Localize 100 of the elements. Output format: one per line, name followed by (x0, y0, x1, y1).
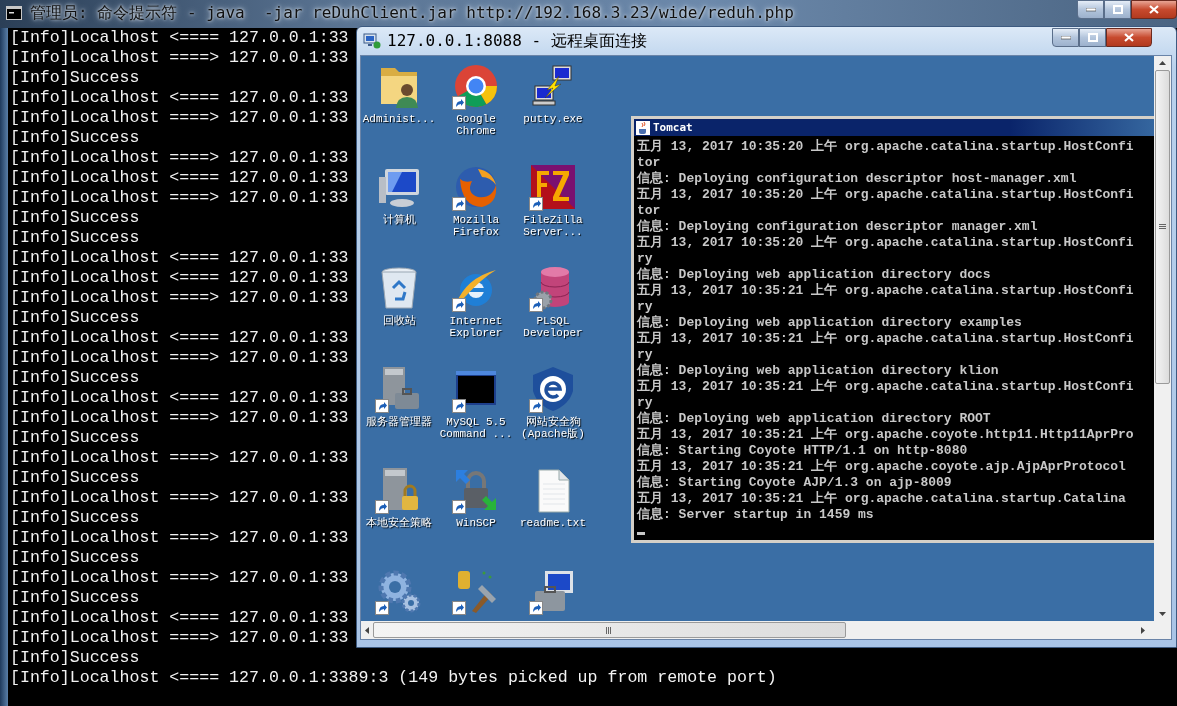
scroll-thumb[interactable] (373, 622, 846, 638)
log-line: ry (637, 395, 653, 411)
shortcut-icon (529, 197, 543, 211)
console-line: [Info]Success (10, 228, 140, 248)
log-line: 五月 13, 2017 10:35:20 上午 org.apache.catalina.startup.HostConfi (637, 187, 1134, 203)
log-line: 五月 13, 2017 10:35:21 上午 org.apache.coyote.http11.Http11AprPro (637, 427, 1134, 443)
log-line: 五月 13, 2017 10:35:20 上午 org.apache.catalina.startup.HostConfi (637, 139, 1134, 155)
maximize-icon (1087, 33, 1098, 42)
console-line: [Info]Localhost <==== 127.0.0.1:33 (10, 608, 349, 628)
console-line: [Info]Localhost ====> 127.0.0.1:33 (10, 408, 349, 428)
console-line: [Info]Localhost ====> 127.0.0.1:33 (10, 188, 349, 208)
log-line: 信息: Server startup in 1459 ms (637, 507, 874, 523)
desktop-icon-label[interactable]: 计算机 (361, 214, 437, 226)
log-line: ry (637, 299, 653, 315)
zigzag-tile-icon[interactable] (529, 163, 577, 211)
console-line: [Info]Localhost ====> 127.0.0.1:33 (10, 488, 349, 508)
console-line: [Info]Localhost <==== 127.0.0.1:33 (10, 168, 349, 188)
desktop-icon-label[interactable]: Administ... (361, 113, 437, 125)
cup-icon (636, 120, 650, 135)
shortcut-icon (452, 500, 466, 514)
log-line: 信息: Starting Coyote HTTP/1.1 on http-8080 (637, 443, 968, 459)
console-line: [Info]Localhost <==== 127.0.0.1:33 (10, 388, 349, 408)
desktop-icon-label[interactable]: Internet Explorer (438, 315, 514, 339)
minimize-icon (1085, 7, 1096, 12)
console-line: [Info]Localhost <==== 127.0.0.1:33 (10, 88, 349, 108)
desktop-icon-label[interactable]: 本地安全策略 (361, 517, 437, 529)
shortcut-icon (452, 96, 466, 110)
shortcut-icon (375, 500, 389, 514)
shortcut-icon (529, 298, 543, 312)
desktop-icon-label[interactable]: 服务器管理器 (361, 416, 437, 428)
console-line: [Info]Localhost ====> 127.0.0.1:33 (10, 528, 349, 548)
desktop-icon-label[interactable]: PLSQL Developer (515, 315, 591, 339)
desktop-icon-label[interactable]: Mozilla Firefox (438, 214, 514, 238)
console-line: [Info]Success (10, 308, 140, 328)
window-title: 管理员: 命令提示符 - java -jar reDuhClient.jar http://192.168.3.23/wide/reduh.php (30, 3, 794, 24)
log-line: 信息: Deploying web application directory ROOT (637, 411, 991, 427)
log-line: 五月 13, 2017 10:35:21 上午 org.apache.catalina.startup.Catalina (637, 491, 1126, 507)
console-line: [Info]Localhost ====> 127.0.0.1:33 (10, 628, 349, 648)
close-icon (1124, 33, 1134, 42)
desktop-icon-label[interactable]: FileZilla Server... (515, 214, 591, 238)
minimize-button[interactable] (1052, 28, 1079, 47)
console-line: [Info]Success (10, 68, 140, 88)
desktop-icon-label[interactable]: 网站安全狗(Apache版) (515, 416, 591, 440)
log-line: 五月 13, 2017 10:35:21 上午 org.apache.catalina.startup.HostConfi (637, 283, 1134, 299)
close-button[interactable] (1131, 0, 1177, 19)
log-line: 信息: Deploying web application directory klion (637, 363, 999, 379)
desktop-icon-label[interactable]: Google Chrome (438, 113, 514, 137)
console-line: [Info]Success (10, 648, 140, 668)
grip-icon (606, 626, 613, 634)
console-icon (6, 6, 22, 20)
minimize-button[interactable] (1077, 0, 1104, 19)
log-line: ry (637, 251, 653, 267)
shortcut-icon (452, 601, 466, 615)
console-line: [Info]Localhost <==== 127.0.0.1:33 (10, 248, 349, 268)
cursor (637, 532, 645, 535)
window-title: Tomcat (653, 121, 693, 134)
shortcut-icon (375, 601, 389, 615)
desktop-icon-label[interactable]: 回收站 (361, 315, 437, 327)
console-line: [Info]Localhost ====> 127.0.0.1:33 (10, 48, 349, 68)
close-button[interactable] (1106, 28, 1152, 47)
grip-icon (1159, 224, 1166, 230)
maximize-button[interactable] (1104, 0, 1131, 19)
console-line: [Info]Success (10, 208, 140, 228)
desktop-icon-label[interactable]: MySQL 5.5 Command ... (438, 416, 514, 440)
log-line: ry (637, 347, 653, 363)
horizontal-scrollbar[interactable] (361, 621, 1171, 639)
shortcut-icon (452, 197, 466, 211)
console-line: [Info]Localhost <==== 127.0.0.1:33 (10, 268, 349, 288)
console-line: [Info]Localhost <==== 127.0.0.1:3389:3 (149 bytes picked up from remote port) (10, 668, 777, 688)
console-line: [Info]Localhost <==== 127.0.0.1:33 (10, 28, 349, 48)
desktop-icon-label[interactable]: WinSCP (438, 517, 514, 529)
console-line: [Info]Localhost ====> 127.0.0.1:33 (10, 568, 349, 588)
log-line: 五月 13, 2017 10:35:21 上午 org.apache.coyote.ajp.AjpAprProtocol (637, 459, 1126, 475)
console-line: [Info]Localhost <==== 127.0.0.1:33 (10, 328, 349, 348)
scroll-thumb[interactable] (1155, 70, 1170, 384)
shortcut-icon (529, 399, 543, 413)
log-line: 五月 13, 2017 10:35:20 上午 org.apache.catalina.startup.HostConfi (637, 235, 1134, 251)
shortcut-icon (452, 298, 466, 312)
browser-icon[interactable] (452, 62, 500, 110)
minimize-icon (1060, 35, 1071, 40)
close-icon (1149, 5, 1159, 14)
console-line: [Info]Success (10, 468, 140, 488)
shortcut-icon (529, 601, 543, 615)
desktop-icon-label[interactable]: readme.txt (515, 517, 591, 529)
console-line: [Info]Success (10, 428, 140, 448)
remote-desktop-icon (363, 33, 381, 49)
console-line: [Info]Success (10, 508, 140, 528)
console-line: [Info]Success (10, 588, 140, 608)
desktop-icon-label[interactable]: putty.exe (515, 113, 591, 125)
log-line: 五月 13, 2017 10:35:21 上午 org.apache.catalina.startup.HostConfi (637, 331, 1134, 347)
log-line: 信息: Deploying web application directory docs (637, 267, 991, 283)
console-line: [Info]Localhost ====> 127.0.0.1:33 (10, 108, 349, 128)
maximize-button[interactable] (1079, 28, 1106, 47)
shortcut-icon (375, 399, 389, 413)
console-line: [Info]Localhost ====> 127.0.0.1:33 (10, 288, 349, 308)
log-line: 信息: Deploying web application directory examples (637, 315, 1022, 331)
vertical-scrollbar[interactable] (1154, 56, 1171, 621)
console-line: [Info]Success (10, 548, 140, 568)
console-line: [Info]Localhost ====> 127.0.0.1:33 (10, 348, 349, 368)
shortcut-icon (452, 399, 466, 413)
